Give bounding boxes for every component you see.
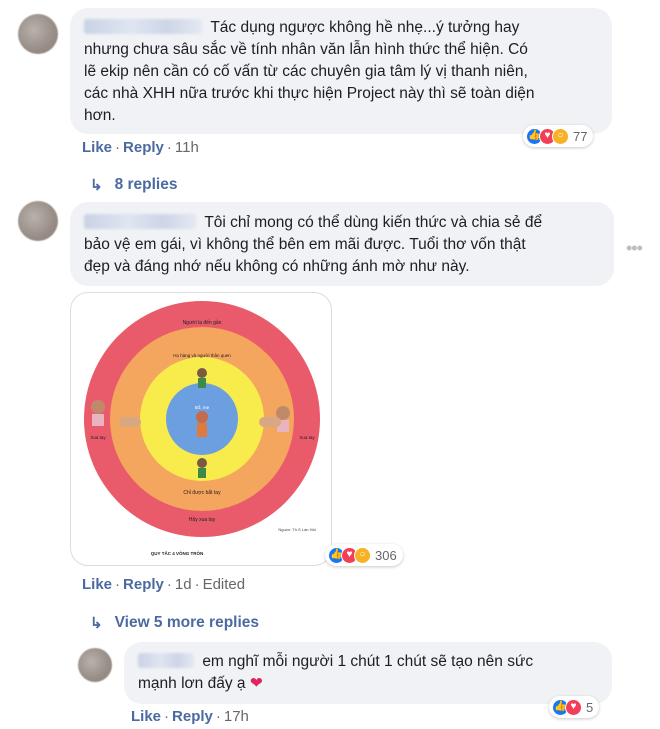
avatar[interactable] [18, 201, 58, 241]
comment-line: Tác dụng ngược không hề nhẹ...ý tưởng ha… [210, 19, 520, 36]
right-outer-label: Xua tay [299, 435, 315, 440]
timestamp[interactable]: 11h [175, 139, 199, 156]
reply-button[interactable]: Reply [172, 708, 213, 725]
author-name[interactable] [84, 19, 202, 34]
comment-actions: Like · Reply · 17h [131, 708, 249, 725]
image-source-label: Nguồn: Th.S Lan Hải [278, 527, 315, 532]
comment-bubble: em nghĩ mỗi người 1 chút 1 chút sẽ tạo n… [124, 642, 612, 704]
like-button[interactable]: Like [82, 139, 112, 156]
left-outer-label: Xua tay [90, 435, 106, 440]
reply-button[interactable]: Reply [123, 576, 164, 593]
wow-reaction-icon: ○ [552, 127, 569, 145]
comment-actions: Like · Reply · 11h [82, 139, 199, 156]
comment-line: nhưng chưa sâu sắc về tính nhân văn lẫn … [84, 41, 528, 58]
reaction-summary[interactable]: 👍 ♥ ○ 306 [325, 544, 403, 566]
view-more-replies-link[interactable]: ↳ View 5 more replies [90, 614, 259, 632]
middle-circle-label: Họ hàng và người thân quen [173, 353, 231, 358]
replies-label: 8 replies [114, 176, 178, 193]
reaction-summary[interactable]: 👍 ♥ ○ 77 [523, 125, 594, 147]
avatar[interactable] [78, 648, 112, 682]
view-replies-link[interactable]: ↳ 8 replies [90, 176, 177, 194]
like-button[interactable]: Like [82, 576, 112, 593]
comment-line: em nghĩ mỗi người 1 chút 1 chút sẽ tạo n… [202, 653, 534, 670]
heart-emoji-icon: ❤ [249, 675, 263, 692]
timestamp[interactable]: 1d [175, 576, 192, 593]
comment-actions: Like · Reply · 1d · Edited [82, 576, 246, 593]
avatar[interactable] [18, 14, 58, 54]
comment-line: Tôi chỉ mong có thể dùng kiến thức và ch… [204, 214, 543, 231]
sad-reaction-icon: ○ [354, 546, 371, 564]
reply-arrow-icon: ↳ [90, 177, 103, 194]
timestamp[interactable]: 17h [224, 708, 249, 725]
like-button[interactable]: Like [131, 708, 161, 725]
more-options-icon[interactable]: ••• [626, 238, 643, 259]
comment-line: bảo vệ em gái, vì không thể bên em mãi đ… [84, 236, 526, 253]
reaction-count: 306 [375, 547, 397, 563]
comment-line: các nhà XHH nữa trước khi thực hiện Proj… [84, 85, 535, 102]
bottom-outer-label: Hãy xua tay [189, 517, 216, 523]
comment-line: lẽ ekip nên cần có cố vấn từ các chuyên … [84, 63, 528, 80]
love-reaction-icon: ♥ [565, 698, 582, 716]
outer-circle-label: Người lạ đến gần [183, 320, 222, 326]
comment-line: hơn. [84, 107, 116, 124]
reply-arrow-icon: ↳ [90, 615, 103, 632]
inner-circle-label: Bố, mẹ [195, 405, 210, 410]
comment-bubble: Tác dụng ngược không hề nhẹ...ý tưởng ha… [70, 8, 612, 134]
comment-line: đẹp và đáng nhớ nếu không có những ánh m… [84, 258, 470, 275]
bottom-middle-label: Chỉ được bắt tay [183, 489, 221, 496]
comment-line: mạnh lơn đấy ạ [138, 675, 246, 692]
author-name[interactable] [84, 214, 196, 229]
image-caption: QUY TẮC 4 VÒNG TRÒN [151, 549, 203, 556]
comment-image[interactable]: Người lạ đến gần Họ hàng và người thân q… [70, 292, 332, 566]
reaction-count: 5 [586, 699, 594, 715]
replies-label: View 5 more replies [114, 614, 260, 631]
comment-bubble: Tôi chỉ mong có thể dùng kiến thức và ch… [70, 202, 614, 286]
reaction-count: 77 [573, 128, 588, 144]
edited-label[interactable]: Edited [203, 576, 246, 593]
reaction-summary[interactable]: 👍 ♥ 5 [549, 696, 600, 718]
reply-button[interactable]: Reply [123, 139, 164, 156]
four-circles-rule-illustration: Người lạ đến gần Họ hàng và người thân q… [84, 301, 320, 556]
author-name[interactable] [138, 653, 194, 668]
